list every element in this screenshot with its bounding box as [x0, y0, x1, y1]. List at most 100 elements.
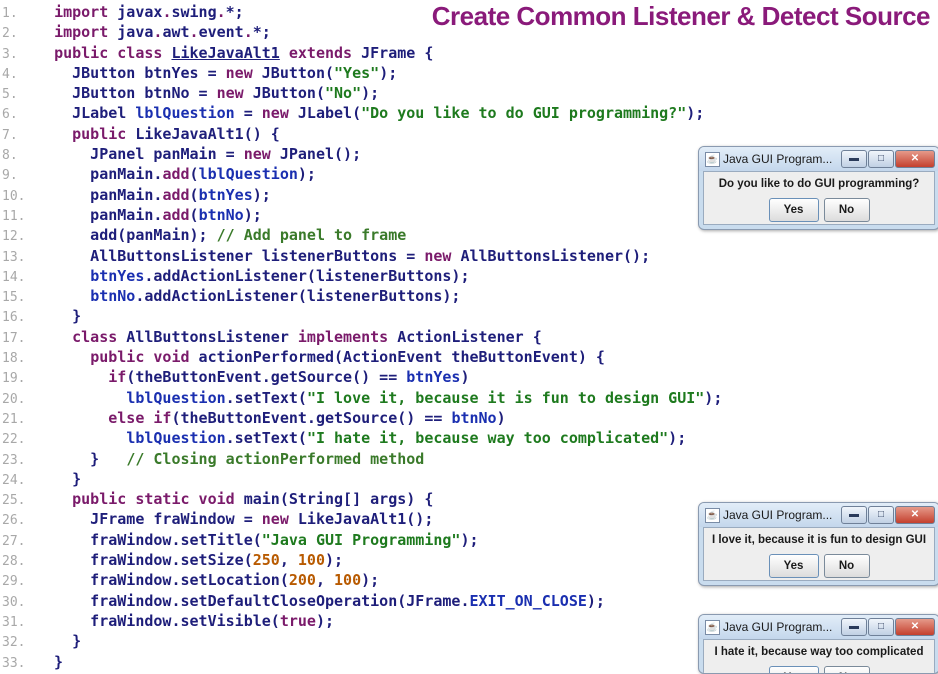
line-number: 23.: [2, 452, 26, 468]
code-token: .: [216, 3, 226, 21]
code-token: btnNo: [198, 205, 244, 224]
line-number: 27.: [2, 533, 26, 549]
line-number: 16.: [2, 310, 26, 326]
maximize-icon[interactable]: □: [868, 618, 894, 636]
line-number: 25.: [2, 493, 26, 509]
code-token: lblQuestion: [198, 165, 298, 184]
close-icon[interactable]: ✕: [895, 618, 935, 636]
code-token: public: [72, 124, 127, 143]
code-token: btnNo: [90, 287, 136, 306]
code-token: JFrame {: [352, 43, 434, 62]
close-icon[interactable]: ✕: [895, 506, 935, 524]
maximize-icon[interactable]: □: [868, 150, 894, 168]
code-token: public static void: [72, 490, 235, 509]
line-number: 28.: [2, 554, 26, 570]
code-token: new: [225, 63, 253, 82]
code-token: AllButtonsListener listenerButtons =: [36, 246, 425, 265]
no-button[interactable]: No: [823, 554, 870, 578]
code-token: );: [379, 63, 398, 82]
java-window-hate: ☕ Java GUI Program... ▬ □ ✕ I hate it, b…: [698, 614, 938, 674]
code-token: add(panMain);: [36, 226, 217, 245]
code-token: 200: [288, 571, 316, 590]
no-button[interactable]: No: [823, 198, 870, 222]
yes-button[interactable]: Yes: [768, 198, 819, 222]
code-token: true: [279, 611, 316, 630]
code-token: import: [54, 3, 109, 21]
line-number: 15.: [2, 290, 26, 306]
yes-button[interactable]: Yes: [768, 554, 819, 578]
close-icon[interactable]: ✕: [895, 150, 935, 168]
code-token: if: [108, 368, 127, 387]
code-token: }: [36, 469, 82, 488]
window-titlebar[interactable]: ☕ Java GUI Program... ▬ □ ✕: [699, 615, 938, 639]
line-number: 14.: [2, 269, 26, 285]
maximize-icon[interactable]: □: [868, 506, 894, 524]
code-token: // Closing actionPerformed method: [126, 449, 425, 468]
code-token: "Java GUI Programming": [261, 530, 461, 549]
code-line: 17. class AllButtonsListener implements …: [0, 327, 938, 347]
minimize-icon[interactable]: ▬: [841, 618, 867, 636]
code-token: .setText(: [225, 388, 307, 407]
window-titlebar[interactable]: ☕ Java GUI Program... ▬ □ ✕: [699, 503, 938, 527]
code-token: .: [243, 23, 253, 42]
code-token: );: [361, 84, 380, 103]
code-token: );: [325, 551, 344, 570]
line-number: 9.: [2, 168, 18, 184]
code-token: fraWindow.setDefaultCloseOperation(JFram…: [36, 591, 470, 610]
java-app-icon: ☕: [705, 152, 720, 167]
code-token: main(String[] args) {: [234, 490, 434, 509]
code-token: (: [189, 205, 199, 224]
code-token: "I hate it, because way too complicated": [306, 429, 669, 448]
line-number: 20.: [2, 391, 26, 407]
code-token: LikeJavaAlt1();: [288, 510, 434, 529]
line-number: 11.: [2, 208, 26, 224]
code-token: lblQuestion: [126, 429, 226, 448]
line-number: 7.: [2, 127, 18, 143]
window-titlebar[interactable]: ☕ Java GUI Program... ▬ □ ✕: [699, 147, 938, 171]
code-line: 16. }: [0, 306, 938, 326]
code-token: JPanel panMain =: [36, 145, 244, 164]
code-token: );: [586, 591, 605, 610]
code-token: "Yes": [334, 63, 380, 82]
code-token: btnYes: [198, 185, 253, 204]
code-token: implements: [297, 327, 389, 346]
minimize-icon[interactable]: ▬: [841, 506, 867, 524]
question-label: Do you like to do GUI programming?: [718, 178, 920, 190]
code-token: );: [686, 104, 705, 123]
window-content: I hate it, because way too complicated Y…: [703, 639, 935, 673]
code-line: 18. public void actionPerformed(ActionEv…: [0, 347, 938, 367]
code-token: new: [261, 510, 289, 529]
code-line: 23. } // Closing actionPerformed method: [0, 449, 938, 469]
line-number: 18.: [2, 351, 26, 367]
code-token: JPanel();: [270, 145, 362, 164]
line-number: 8.: [2, 148, 18, 164]
code-token: .addActionListener(listenerButtons);: [144, 266, 470, 285]
code-line: 14. btnYes.addActionListener(listenerBut…: [0, 266, 938, 286]
line-number: 24.: [2, 472, 26, 488]
code-token: extends: [288, 43, 353, 62]
line-number: 29.: [2, 574, 26, 590]
code-token: AllButtonsListener: [117, 327, 298, 346]
code-line: 22. lblQuestion.setText("I hate it, beca…: [0, 428, 938, 448]
code-token: // Add panel to frame: [216, 226, 407, 245]
code-token: JButton(: [252, 63, 335, 82]
code-token: add: [162, 165, 190, 184]
code-token: ,: [315, 571, 335, 590]
code-token: *;: [225, 3, 244, 21]
line-number: 22.: [2, 432, 26, 448]
code-token: lblQuestion: [135, 104, 235, 123]
code-token: LikeJavaAlt1: [171, 43, 280, 62]
code-token: new: [424, 246, 452, 265]
code-token: panMain.: [36, 165, 163, 184]
code-token: new: [261, 104, 289, 123]
code-token: swing: [171, 3, 217, 21]
code-token: panMain.: [36, 205, 163, 224]
code-line: 3. public class LikeJavaAlt1 extends JFr…: [0, 43, 938, 63]
line-number: 5.: [2, 87, 18, 103]
minimize-icon[interactable]: ▬: [841, 150, 867, 168]
java-window-love: ☕ Java GUI Program... ▬ □ ✕ I love it, b…: [698, 502, 938, 586]
